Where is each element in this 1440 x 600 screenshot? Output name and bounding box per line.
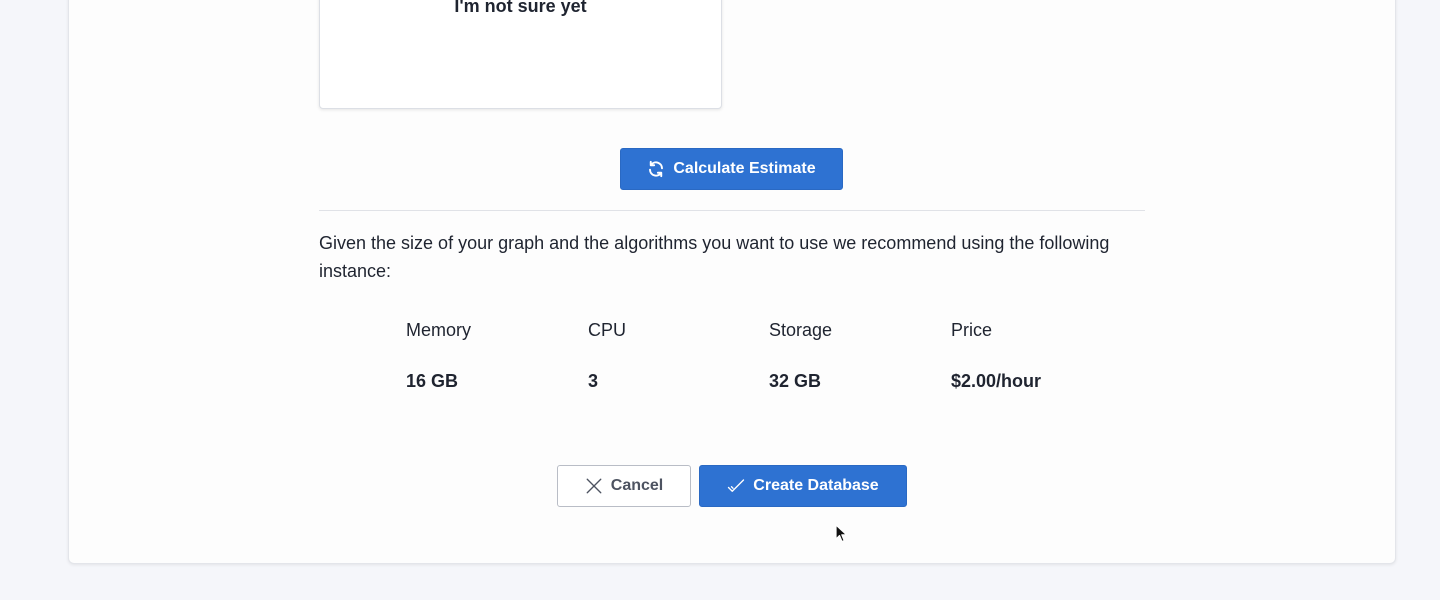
spec-memory: Memory 16 GB [406,320,586,391]
calculate-estimate-button[interactable]: Calculate Estimate [620,148,843,190]
section-divider [319,210,1145,211]
close-icon [585,477,603,495]
spec-value: 3 [588,371,599,391]
spec-value: 32 GB [769,371,822,391]
spec-value: 16 GB [406,371,459,391]
cancel-label: Cancel [610,477,664,494]
spec-price: Price $2.00/hour [951,320,1131,391]
cancel-button[interactable]: Cancel [557,465,691,507]
create-database-button[interactable]: Create Database [699,465,907,507]
create-database-label: Create Database [753,477,879,494]
option-card-title: I'm not sure yet [454,0,587,16]
checkmark-icon [727,477,745,495]
create-database-panel: I'm not sure yet Calculate Estimate Give… [68,0,1396,564]
spec-label: Price [951,320,993,340]
mouse-cursor-icon [835,524,849,549]
spec-label: Memory [406,320,472,340]
spec-label: CPU [588,320,627,340]
spec-label: Storage [769,320,833,340]
calculate-estimate-label: Calculate Estimate [673,160,816,177]
refresh-icon [647,160,665,178]
spec-storage: Storage 32 GB [769,320,949,391]
option-card-not-sure[interactable]: I'm not sure yet [319,0,722,109]
recommendation-text: Given the size of your graph and the alg… [319,233,1110,281]
spec-cpu: CPU 3 [588,320,768,391]
spec-value: $2.00/hour [951,371,1042,391]
